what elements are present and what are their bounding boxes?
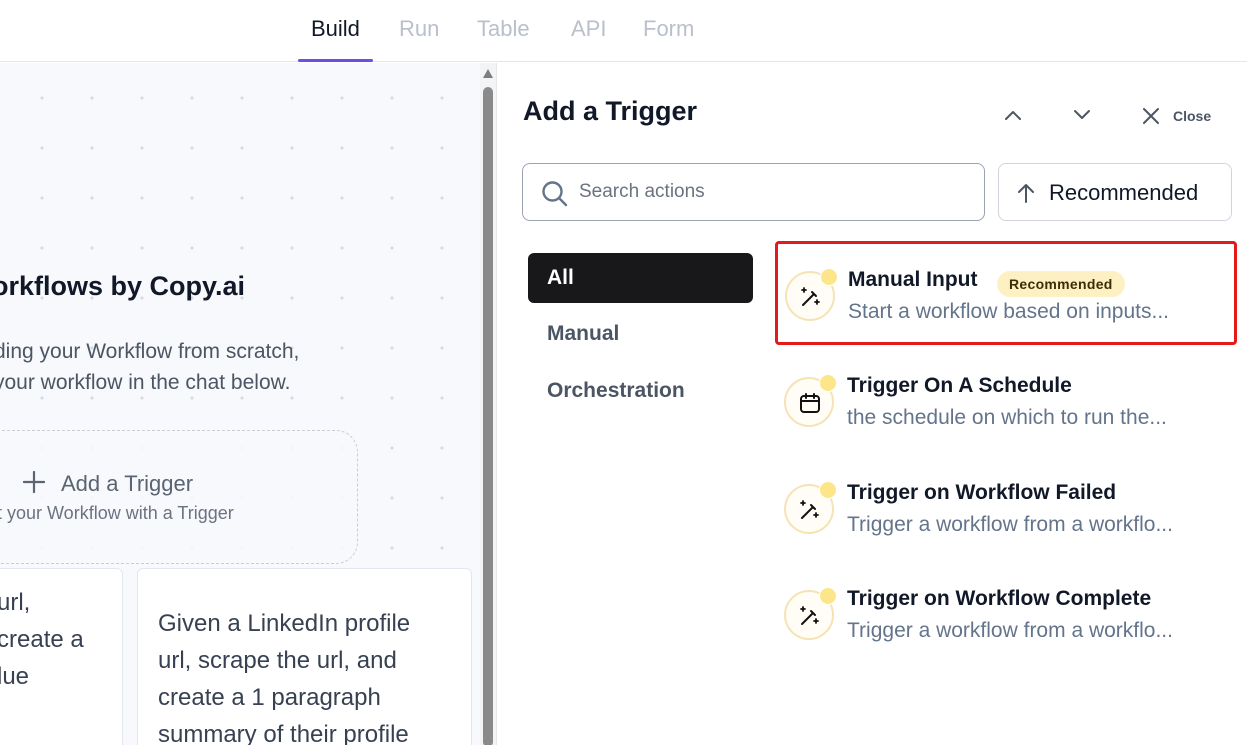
card-text-line: url, <box>0 589 31 616</box>
category-label: Orchestration <box>547 379 685 402</box>
category-label: Manual <box>547 322 620 345</box>
scroll-up-arrow[interactable] <box>483 69 493 78</box>
sparkle-icon <box>819 481 837 499</box>
chevron-down-icon[interactable] <box>1072 108 1092 127</box>
template-card[interactable]: url, create a lue <box>0 568 123 745</box>
action-description: Trigger a workflow from a workflo... <box>847 513 1173 536</box>
action-name: Trigger on Workflow Complete <box>847 587 1152 610</box>
panel-title: Add a Trigger <box>523 96 698 126</box>
tab-api[interactable]: API <box>571 16 606 62</box>
close-icon[interactable] <box>1142 107 1160 130</box>
top-tab-bar: Build Run Table API Form <box>0 0 1247 62</box>
workflow-canvas[interactable]: orkflows by Copy.ai ding your Workflow f… <box>0 63 480 745</box>
recommended-badge: Recommended <box>997 271 1125 297</box>
action-name: Trigger On A Schedule <box>847 374 1072 397</box>
tab-run[interactable]: Run <box>399 16 439 62</box>
sparkle-icon <box>820 268 838 286</box>
arrow-up-icon <box>1017 182 1035 209</box>
action-trigger-on-workflow-failed[interactable]: Trigger on Workflow Failed Trigger a wor… <box>775 455 1237 559</box>
card-text-line: create a 1 paragraph <box>158 684 381 711</box>
card-text-line: lue <box>0 663 30 690</box>
sparkle-icon <box>819 374 837 392</box>
action-trigger-on-workflow-complete[interactable]: Trigger on Workflow Complete Trigger a w… <box>775 561 1237 665</box>
search-box[interactable] <box>522 163 985 221</box>
card-text-line: url, scrape the url, and <box>158 647 397 674</box>
category-manual[interactable]: Manual <box>528 309 753 359</box>
canvas-scrollbar[interactable] <box>480 63 496 745</box>
card-text-line: summary of their profile <box>158 721 409 745</box>
tab-build[interactable]: Build <box>298 16 373 62</box>
panel-divider <box>496 63 497 745</box>
canvas-title: orkflows by Copy.ai <box>0 271 246 301</box>
sort-recommended-button[interactable]: Recommended <box>998 163 1232 221</box>
action-trigger-on-a-schedule[interactable]: Trigger On A Schedule the schedule on wh… <box>775 348 1237 452</box>
canvas-subtitle-line-2: your workflow in the chat below. <box>0 371 291 394</box>
scrollbar-thumb[interactable] <box>483 87 493 745</box>
sort-label: Recommended <box>1049 180 1199 205</box>
magic-wand-icon <box>785 268 838 321</box>
action-manual-input[interactable]: Manual Input Recommended Start a workflo… <box>775 241 1237 345</box>
search-input[interactable] <box>579 178 969 206</box>
chevron-up-icon[interactable] <box>1003 108 1023 127</box>
canvas-subtitle-line-1: ding your Workflow from scratch, <box>0 340 300 363</box>
category-label: All <box>547 266 574 289</box>
add-trigger-label: Add a Trigger <box>61 471 194 496</box>
action-name: Trigger on Workflow Failed <box>847 481 1117 504</box>
card-text-line: create a <box>0 626 84 653</box>
plus-icon <box>22 469 46 499</box>
calendar-icon <box>784 374 837 427</box>
action-description: Trigger a workflow from a workflo... <box>847 619 1173 642</box>
category-orchestration[interactable]: Orchestration <box>528 366 753 416</box>
search-icon <box>541 180 569 213</box>
tab-table[interactable]: Table <box>477 16 530 62</box>
sparkle-icon <box>819 587 837 605</box>
action-name: Manual Input <box>848 268 978 291</box>
add-trigger-placeholder[interactable]: Add a Trigger t your Workflow with a Tri… <box>0 430 358 564</box>
card-text-line: Given a LinkedIn profile <box>158 610 411 637</box>
magic-wand-icon <box>784 481 837 534</box>
add-trigger-hint: t your Workflow with a Trigger <box>0 503 234 523</box>
action-description: the schedule on which to run the... <box>847 406 1167 429</box>
magic-wand-icon <box>784 587 837 640</box>
close-button[interactable]: Close <box>1173 108 1211 124</box>
category-all[interactable]: All <box>528 253 753 303</box>
template-card[interactable]: Given a LinkedIn profile url, scrape the… <box>137 568 472 745</box>
tab-form[interactable]: Form <box>643 16 694 62</box>
action-description: Start a workflow based on inputs... <box>848 300 1169 323</box>
